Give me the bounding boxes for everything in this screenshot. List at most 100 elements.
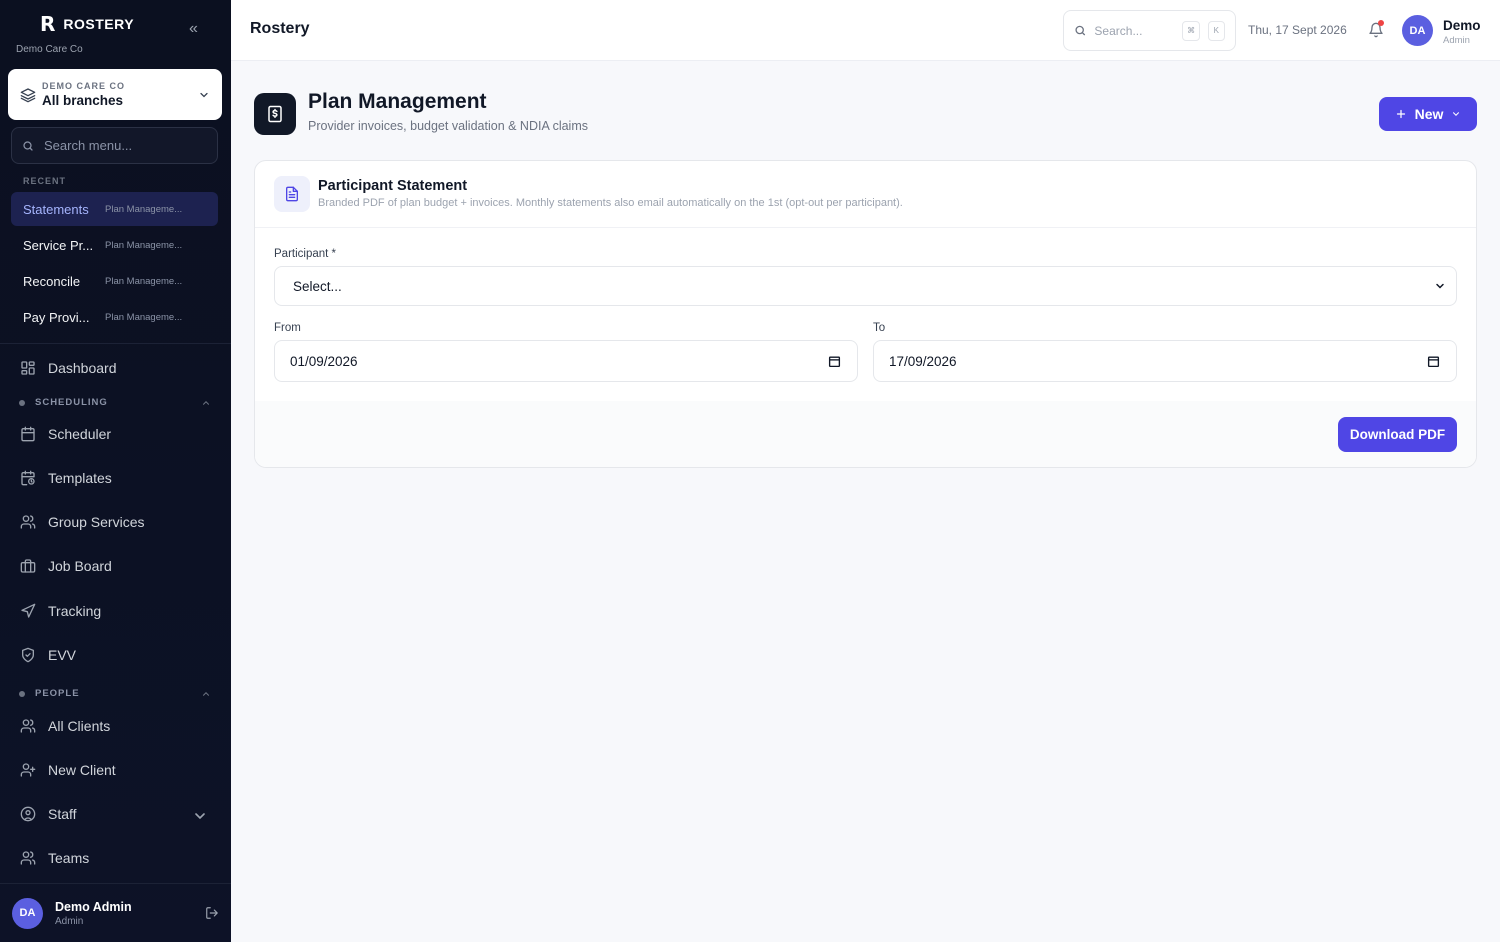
brand-name: ROSTERY: [63, 16, 135, 32]
participant-select-value: Select...: [293, 278, 342, 294]
search-icon: [23, 140, 33, 151]
chevron-down-icon: [195, 813, 205, 820]
card-footer: Download PDF: [255, 401, 1476, 467]
nav-item-new-client[interactable]: New Client: [11, 753, 218, 787]
section-people[interactable]: PEOPLE: [19, 688, 211, 699]
plan-management-icon: [254, 93, 296, 135]
global-search-input[interactable]: [1094, 23, 1175, 38]
recent-item-sub: Plan Manageme...: [105, 239, 183, 251]
recent-item-title: Reconcile: [23, 273, 81, 289]
nav-label: Tracking: [48, 603, 102, 619]
nav-item-group-services[interactable]: Group Services: [11, 505, 218, 539]
chevron-up-icon: [202, 691, 210, 696]
branch-name: All branches: [42, 93, 124, 108]
nav-label: Job Board: [48, 558, 112, 574]
card-description: Branded PDF of plan budget + invoices. M…: [318, 197, 903, 209]
nav-label: Staff: [48, 806, 77, 822]
app-title: Rostery: [250, 20, 310, 37]
from-label: From: [274, 322, 301, 334]
chevron-down-icon: [1436, 283, 1444, 289]
collapse-sidebar-icon[interactable]: «: [189, 20, 198, 38]
nav-label: Scheduler: [48, 426, 112, 442]
section-dot-icon: [19, 690, 25, 697]
layers-icon: [20, 87, 36, 102]
logout-icon[interactable]: [205, 906, 219, 920]
nav-label: Templates: [48, 470, 112, 486]
nav-label: EVV: [48, 647, 77, 663]
users-icon: [20, 515, 36, 529]
new-button[interactable]: New: [1379, 97, 1477, 131]
sidebar-user: DA Demo Admin Admin: [0, 883, 231, 942]
recent-item-sub: Plan Manageme...: [105, 275, 183, 287]
kbd-cmd: ⌘: [1182, 20, 1200, 41]
nav-item-dashboard[interactable]: Dashboard: [11, 351, 218, 385]
nav-item-evv[interactable]: EVV: [11, 638, 218, 672]
top-bar: Rostery ⌘ K Thu, 17 Sept 2026 DA Demo Ad…: [231, 0, 1500, 61]
nav-item-job-board[interactable]: Job Board: [11, 549, 218, 583]
user-name: Demo Admin: [55, 899, 132, 914]
nav-item-staff[interactable]: Staff: [11, 797, 218, 831]
menu-search-input[interactable]: [44, 138, 204, 153]
nav-item-templates[interactable]: Templates: [11, 461, 218, 495]
section-dot-icon: [19, 399, 25, 406]
nav-item-tracking[interactable]: Tracking: [11, 594, 218, 628]
user-role: Admin: [55, 915, 84, 927]
recent-item-title: Statements: [23, 201, 89, 217]
page-subtitle: Provider invoices, budget validation & N…: [308, 119, 588, 133]
rostery-logo-icon: R: [40, 12, 56, 36]
users-icon: [20, 851, 36, 865]
new-button-label: New: [1414, 106, 1444, 122]
recent-item-sub: Plan Manageme...: [105, 311, 183, 323]
recent-item-service-providers[interactable]: Service Pr... Plan Manageme...: [11, 228, 218, 262]
recent-item-reconcile[interactable]: Reconcile Plan Manageme...: [11, 264, 218, 298]
nav-item-scheduler[interactable]: Scheduler: [11, 417, 218, 451]
page-title: Plan Management: [308, 90, 487, 113]
chevron-down-icon: [200, 92, 208, 97]
nav-item-all-clients[interactable]: All Clients: [11, 709, 218, 743]
calendar-icon[interactable]: [828, 355, 841, 368]
users-icon: [20, 719, 36, 733]
sidebar: R ROSTERY « Demo Care Co DEMO CARE CO Al…: [0, 0, 231, 942]
from-date-input[interactable]: 01/09/2026: [274, 340, 858, 382]
card-icon: [274, 176, 310, 212]
navigation-icon: [21, 603, 36, 618]
org-name: Demo Care Co: [16, 44, 83, 55]
card-header: Participant Statement Branded PDF of pla…: [255, 161, 1476, 228]
participant-select[interactable]: Select...: [274, 266, 1457, 306]
search-icon: [1075, 25, 1085, 36]
branch-org: DEMO CARE CO: [42, 81, 126, 91]
notification-dot: [1378, 20, 1384, 26]
to-label: To: [873, 322, 886, 334]
brand[interactable]: R ROSTERY: [40, 12, 134, 36]
shield-check-icon: [22, 647, 34, 663]
user-plus-icon: [20, 763, 36, 777]
menu-search: [11, 127, 218, 164]
calendar-icon[interactable]: [1427, 355, 1440, 368]
nav-label: Teams: [48, 850, 90, 866]
kbd-k: K: [1207, 20, 1225, 41]
global-search: ⌘ K: [1063, 10, 1236, 51]
briefcase-icon: [20, 559, 36, 573]
participant-label: Participant *: [274, 248, 337, 260]
nav-label: Dashboard: [48, 360, 117, 376]
download-pdf-button[interactable]: Download PDF: [1338, 417, 1457, 452]
to-date-input[interactable]: 17/09/2026: [873, 340, 1457, 382]
user-name: Demo: [1443, 18, 1481, 33]
recent-item-sub: Plan Manageme...: [105, 203, 183, 215]
current-date: Thu, 17 Sept 2026: [1248, 23, 1347, 37]
to-date-value: 17/09/2026: [889, 353, 957, 369]
nav-label: Group Services: [48, 514, 145, 530]
recent-item-statements[interactable]: Statements Plan Manageme...: [11, 192, 218, 226]
file-text-icon: [286, 186, 298, 202]
calendar-clock-icon: [21, 470, 35, 486]
user-role: Admin: [1443, 35, 1470, 46]
section-scheduling[interactable]: SCHEDULING: [19, 397, 211, 408]
recent-item-pay-providers[interactable]: Pay Provi... Plan Manageme...: [11, 300, 218, 334]
avatar[interactable]: DA: [1402, 15, 1433, 46]
recent-item-title: Service Pr...: [23, 237, 94, 253]
nav-label: All Clients: [48, 718, 111, 734]
branch-selector[interactable]: DEMO CARE CO All branches: [8, 69, 222, 120]
header-user[interactable]: Demo Admin: [1443, 18, 1481, 46]
avatar[interactable]: DA: [12, 897, 43, 929]
nav-item-teams[interactable]: Teams: [11, 841, 218, 875]
